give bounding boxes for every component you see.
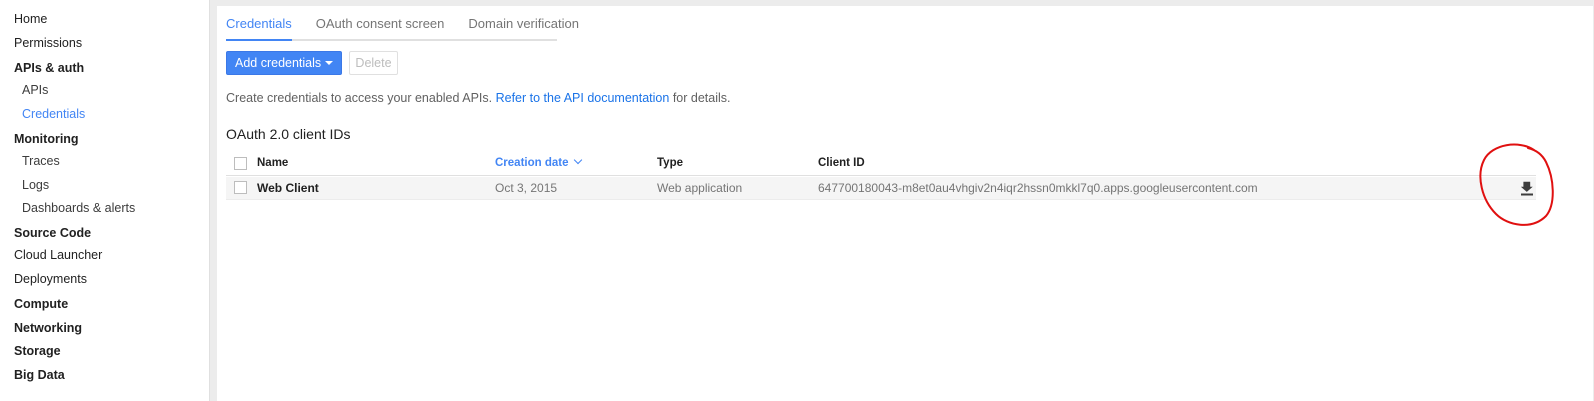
- sidebar-item-source-code[interactable]: Source Code: [14, 226, 91, 240]
- sidebar-item-home[interactable]: Home: [14, 12, 47, 26]
- tab-bar: Credentials OAuth consent screen Domain …: [226, 6, 579, 41]
- sidebar-item-deployments[interactable]: Deployments: [14, 272, 87, 286]
- sidebar-item-cloud-launcher[interactable]: Cloud Launcher: [14, 248, 102, 262]
- sidebar-item-dashboards-alerts[interactable]: Dashboards & alerts: [22, 201, 135, 215]
- sidebar-item-storage[interactable]: Storage: [14, 344, 61, 358]
- add-credentials-button[interactable]: Add credentials: [226, 51, 342, 75]
- table-row[interactable]: Web Client Oct 3, 2015 Web application 6…: [226, 177, 1536, 200]
- section-title: OAuth 2.0 client IDs: [226, 126, 351, 142]
- sidebar-item-apis-auth[interactable]: APIs & auth: [14, 61, 84, 75]
- tab-domain-verification[interactable]: Domain verification: [468, 6, 579, 39]
- column-creation-date-label: Creation date: [495, 157, 569, 169]
- tab-oauth-consent-screen[interactable]: OAuth consent screen: [316, 6, 445, 39]
- sidebar-item-compute[interactable]: Compute: [14, 297, 68, 311]
- intro-text-before: Create credentials to access your enable…: [226, 91, 493, 105]
- sidebar-item-monitoring[interactable]: Monitoring: [14, 132, 79, 146]
- add-credentials-label: Add credentials: [235, 56, 322, 70]
- sidebar-item-networking[interactable]: Networking: [14, 321, 82, 335]
- api-documentation-link[interactable]: Refer to the API documentation: [496, 91, 670, 105]
- creation-date: Oct 3, 2015: [495, 181, 558, 195]
- intro-text-after: for details.: [672, 91, 731, 105]
- sidebar-item-big-data[interactable]: Big Data: [14, 368, 65, 382]
- column-creation-date[interactable]: Creation date: [495, 155, 582, 169]
- column-type[interactable]: Type: [657, 157, 683, 169]
- client-id: 647700180043-m8et0au4vhgiv2n4iqr2hssn0mk…: [818, 181, 1258, 195]
- column-client-id[interactable]: Client ID: [818, 157, 865, 169]
- table-header: Name Creation date Type Client ID: [226, 153, 1536, 176]
- column-name[interactable]: Name: [257, 157, 288, 169]
- tab-credentials[interactable]: Credentials: [226, 6, 292, 41]
- sidebar: Home Permissions APIs & auth APIs Creden…: [0, 0, 210, 401]
- row-checkbox[interactable]: [234, 181, 247, 194]
- main-panel: Credentials OAuth consent screen Domain …: [217, 6, 1593, 401]
- sidebar-item-traces[interactable]: Traces: [22, 154, 60, 168]
- sidebar-item-credentials[interactable]: Credentials: [22, 107, 85, 121]
- hand-drawn-circle-annotation: [1479, 143, 1554, 226]
- client-type: Web application: [657, 181, 743, 195]
- chevron-down-icon: [573, 155, 582, 165]
- client-name[interactable]: Web Client: [257, 181, 319, 195]
- sidebar-item-permissions[interactable]: Permissions: [14, 36, 82, 50]
- intro-text: Create credentials to access your enable…: [226, 91, 730, 105]
- caret-down-icon: [325, 61, 333, 65]
- select-all-checkbox[interactable]: [234, 157, 247, 170]
- sidebar-item-apis[interactable]: APIs: [22, 83, 48, 97]
- delete-button[interactable]: Delete: [349, 51, 398, 75]
- sidebar-item-logs[interactable]: Logs: [22, 178, 49, 192]
